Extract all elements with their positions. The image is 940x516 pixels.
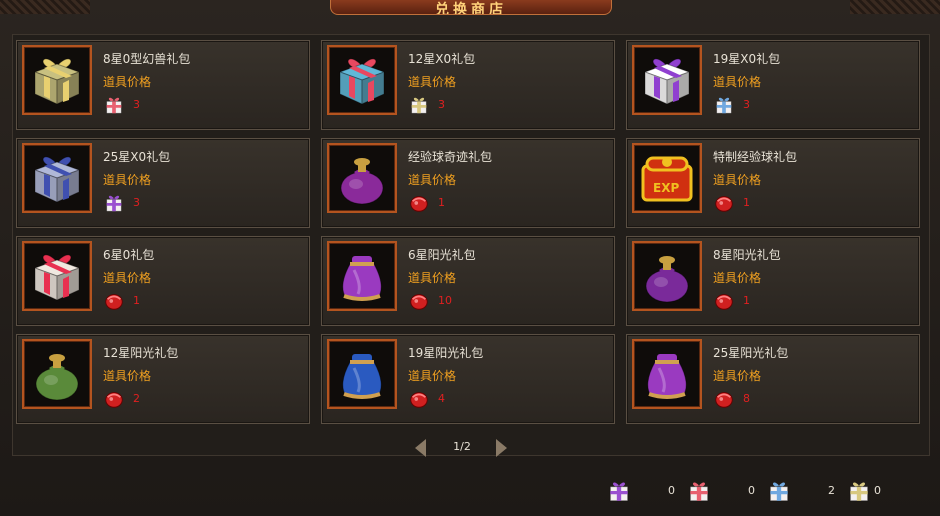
item-name: 6星0礼包 xyxy=(103,248,155,262)
item-name: 8星0型幻兽礼包 xyxy=(103,52,191,66)
item-name: 8星阳光礼包 xyxy=(713,248,781,262)
shop-item-card[interactable]: 19星阳光礼包 道具价格 4 xyxy=(321,334,615,424)
gift-purple-icon xyxy=(606,478,632,504)
cost-amount: 10 xyxy=(438,294,452,307)
shop-item-card[interactable]: 12星阳光礼包 道具价格 2 xyxy=(16,334,310,424)
shop-item-card[interactable]: 8星0型幻兽礼包 道具价格 3 xyxy=(16,40,310,130)
cost-amount: 3 xyxy=(438,98,445,111)
price-label: 道具价格 xyxy=(408,173,457,187)
item-name: 6星阳光礼包 xyxy=(408,248,476,262)
frame-ornament-left xyxy=(0,0,90,14)
cost-amount: 3 xyxy=(743,98,750,111)
gift-gold-icon xyxy=(846,478,872,504)
price-label: 道具价格 xyxy=(408,369,457,383)
page-indicator: 1/2 xyxy=(453,440,471,453)
price-label: 道具价格 xyxy=(103,369,152,383)
frame-ornament-right xyxy=(850,0,940,14)
window-title: 兑换商店 xyxy=(435,2,507,15)
shop-item-card[interactable]: 8星阳光礼包 道具价格 1 xyxy=(626,236,920,326)
resource-value: 0 xyxy=(748,484,755,497)
price-label: 道具价格 xyxy=(713,369,762,383)
shop-item-card[interactable]: 6星阳光礼包 道具价格 10 xyxy=(321,236,615,326)
item-name: 19星阳光礼包 xyxy=(408,346,484,360)
cost-amount: 1 xyxy=(743,294,750,307)
item-name: 19星X0礼包 xyxy=(713,52,781,66)
cost-amount: 8 xyxy=(743,392,750,405)
cost-amount: 1 xyxy=(743,196,750,209)
shop-item-card[interactable]: EXP 特制经验球礼包 道具价格 1 xyxy=(626,138,920,228)
pager: 1/2 xyxy=(415,437,507,459)
gift-pink-icon xyxy=(686,478,712,504)
resource-value: 2 xyxy=(828,484,835,497)
next-page-button[interactable] xyxy=(496,439,507,457)
gift-blue-pink-icon xyxy=(766,478,792,504)
resource-value: 0 xyxy=(874,484,881,497)
price-label: 道具价格 xyxy=(713,271,762,285)
price-label: 道具价格 xyxy=(103,75,152,89)
cost-amount: 2 xyxy=(133,392,140,405)
shop-item-card[interactable]: 6星0礼包 道具价格 1 xyxy=(16,236,310,326)
price-label: 道具价格 xyxy=(408,271,457,285)
item-name: 25星X0礼包 xyxy=(103,150,171,164)
item-thumbnail[interactable] xyxy=(22,45,92,115)
shop-item-card[interactable]: 25星阳光礼包 道具价格 8 xyxy=(626,334,920,424)
svg-text:EXP: EXP xyxy=(653,181,679,195)
resource-bar: 0 0 2 0 xyxy=(0,470,940,516)
resource-value: 0 xyxy=(668,484,675,497)
price-label: 道具价格 xyxy=(713,75,762,89)
item-thumbnail[interactable] xyxy=(22,143,92,213)
cost-amount: 1 xyxy=(438,196,445,209)
item-thumbnail[interactable] xyxy=(327,143,397,213)
price-label: 道具价格 xyxy=(713,173,762,187)
cost-amount: 1 xyxy=(133,294,140,307)
item-thumbnail[interactable]: EXP xyxy=(632,143,702,213)
cost-amount: 3 xyxy=(133,196,140,209)
item-thumbnail[interactable] xyxy=(327,339,397,409)
shop-item-card[interactable]: 19星X0礼包 道具价格 3 xyxy=(626,40,920,130)
shop-item-card[interactable]: 12星X0礼包 道具价格 3 xyxy=(321,40,615,130)
item-name: 12星X0礼包 xyxy=(408,52,476,66)
shop-item-card[interactable]: 25星X0礼包 道具价格 3 xyxy=(16,138,310,228)
price-label: 道具价格 xyxy=(103,271,152,285)
item-thumbnail[interactable] xyxy=(632,241,702,311)
item-name: 12星阳光礼包 xyxy=(103,346,179,360)
item-name: 特制经验球礼包 xyxy=(713,150,798,164)
price-label: 道具价格 xyxy=(103,173,152,187)
shop-window: 兑换商店 8星0型幻兽礼包 道具价格 3 12星X0礼包 道具价格 3 19星X… xyxy=(0,0,940,516)
item-thumbnail[interactable] xyxy=(327,45,397,115)
cost-amount: 4 xyxy=(438,392,445,405)
price-label: 道具价格 xyxy=(408,75,457,89)
prev-page-button[interactable] xyxy=(415,439,426,457)
item-thumbnail[interactable] xyxy=(632,45,702,115)
item-thumbnail[interactable] xyxy=(327,241,397,311)
item-name: 25星阳光礼包 xyxy=(713,346,789,360)
item-thumbnail[interactable] xyxy=(22,339,92,409)
cost-amount: 3 xyxy=(133,98,140,111)
shop-item-card[interactable]: 经验球奇迹礼包 道具价格 1 xyxy=(321,138,615,228)
item-thumbnail[interactable] xyxy=(632,339,702,409)
window-title-bar: 兑换商店 xyxy=(330,0,612,15)
item-name: 经验球奇迹礼包 xyxy=(408,150,493,164)
item-thumbnail[interactable] xyxy=(22,241,92,311)
